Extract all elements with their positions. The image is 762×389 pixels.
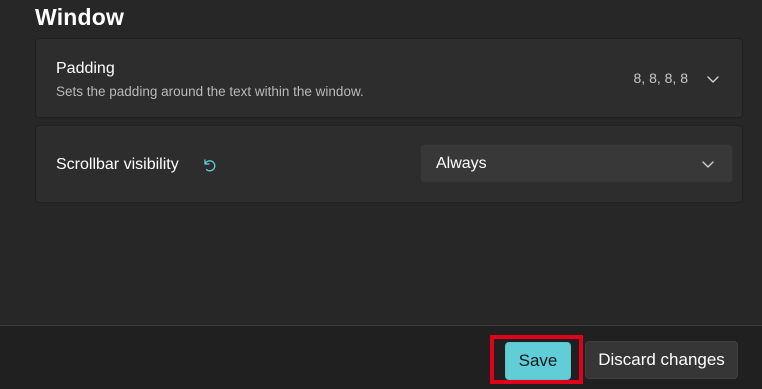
dropdown-selected-value: Always — [436, 155, 487, 172]
padding-setting-value: 8, 8, 8, 8 — [633, 70, 688, 86]
scrollbar-visibility-card: Scrollbar visibility Always — [35, 125, 743, 203]
padding-setting-description: Sets the padding around the text within … — [56, 84, 364, 99]
chevron-down-icon — [702, 161, 714, 168]
section-title: Window — [35, 4, 125, 30]
padding-setting-title: Padding — [56, 60, 115, 77]
chevron-down-icon[interactable] — [706, 74, 720, 84]
scrollbar-visibility-title: Scrollbar visibility — [56, 156, 179, 173]
padding-setting-card[interactable]: Padding Sets the padding around the text… — [35, 38, 743, 118]
scrollbar-visibility-dropdown[interactable]: Always — [420, 144, 733, 183]
highlight-box — [490, 335, 583, 384]
reset-icon[interactable] — [201, 157, 217, 173]
discard-changes-button[interactable]: Discard changes — [585, 341, 738, 379]
